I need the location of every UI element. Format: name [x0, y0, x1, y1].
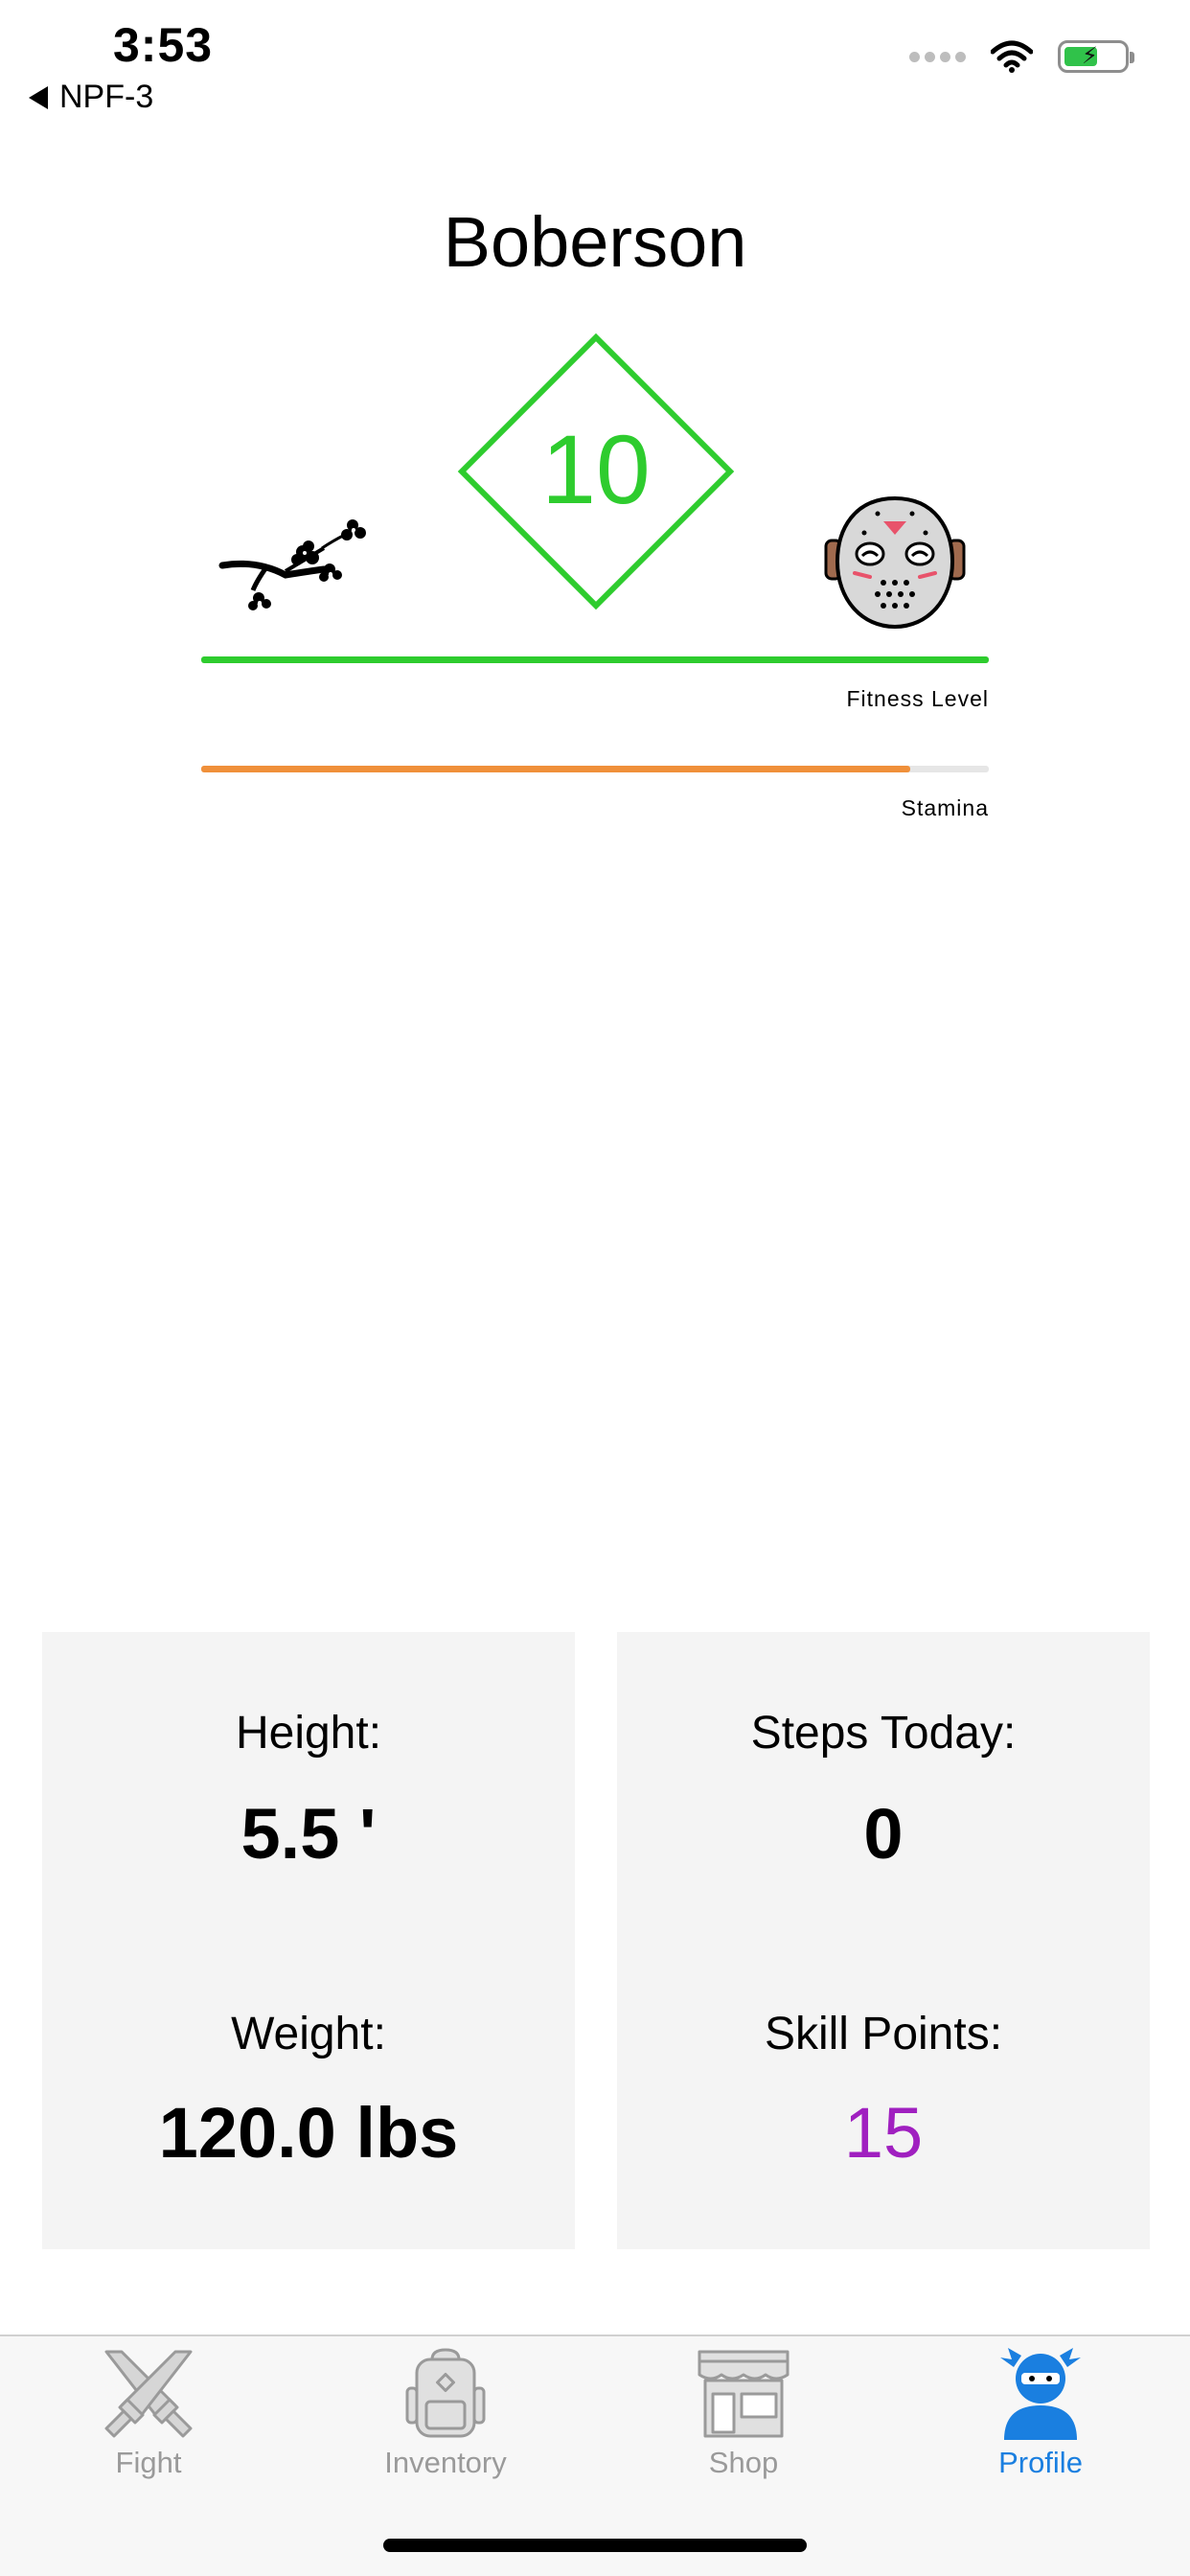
stamina-fill: [201, 766, 910, 772]
stamina-label: Stamina: [901, 795, 989, 820]
storefront-icon: [698, 2350, 790, 2438]
skill-points-value: 15: [843, 2093, 924, 2173]
back-arrow-icon: [29, 85, 48, 109]
tab-fight[interactable]: Fight: [34, 2346, 263, 2480]
activity-stats-card: Steps Today: 0 Skill Points: 15: [617, 1632, 1150, 2249]
skill-points-label: Skill Points:: [764, 2009, 1003, 2059]
fitness-level-label: Fitness Level: [846, 686, 989, 711]
level-number: 10: [541, 415, 651, 524]
body-stats-card: Height: 5.5 ' Weight: 120.0 lbs: [42, 1632, 575, 2249]
weight-label: Weight:: [231, 2009, 386, 2059]
tab-shop-label: Shop: [708, 2446, 779, 2479]
cherry-blossom-branch-icon: [218, 519, 366, 610]
height-label: Height:: [235, 1708, 382, 1759]
player-name: Boberson: [443, 202, 747, 282]
fitness-level-fill: [201, 656, 989, 663]
status-time: 3:53: [113, 18, 214, 72]
tab-shop[interactable]: Shop: [629, 2346, 858, 2480]
tab-inventory[interactable]: Inventory: [331, 2346, 561, 2480]
tab-inventory-label: Inventory: [384, 2446, 507, 2479]
fitness-level-bar: [201, 656, 989, 663]
ninja-icon: [1000, 2348, 1081, 2440]
back-app-label: NPF-3: [59, 79, 154, 115]
cellular-signal-icon: [909, 51, 966, 62]
tab-profile-label: Profile: [998, 2446, 1083, 2479]
tab-profile[interactable]: Profile: [926, 2346, 1156, 2480]
home-indicator[interactable]: [383, 2539, 807, 2552]
back-to-app-link[interactable]: NPF-3: [29, 79, 153, 116]
steps-label: Steps Today:: [750, 1708, 1017, 1759]
hockey-mask-icon: [824, 495, 966, 630]
height-value: 5.5 ': [240, 1794, 377, 1874]
stamina-bar: [201, 766, 989, 772]
battery-icon: ⚡: [1058, 40, 1134, 73]
backpack-icon: [405, 2348, 486, 2438]
wifi-icon: [991, 40, 1033, 73]
steps-value: 0: [863, 1794, 904, 1874]
weight-value: 120.0 lbs: [158, 2093, 459, 2173]
tab-fight-label: Fight: [115, 2446, 182, 2479]
status-indicators: ⚡: [909, 40, 1134, 73]
crossed-swords-icon: [104, 2350, 193, 2438]
